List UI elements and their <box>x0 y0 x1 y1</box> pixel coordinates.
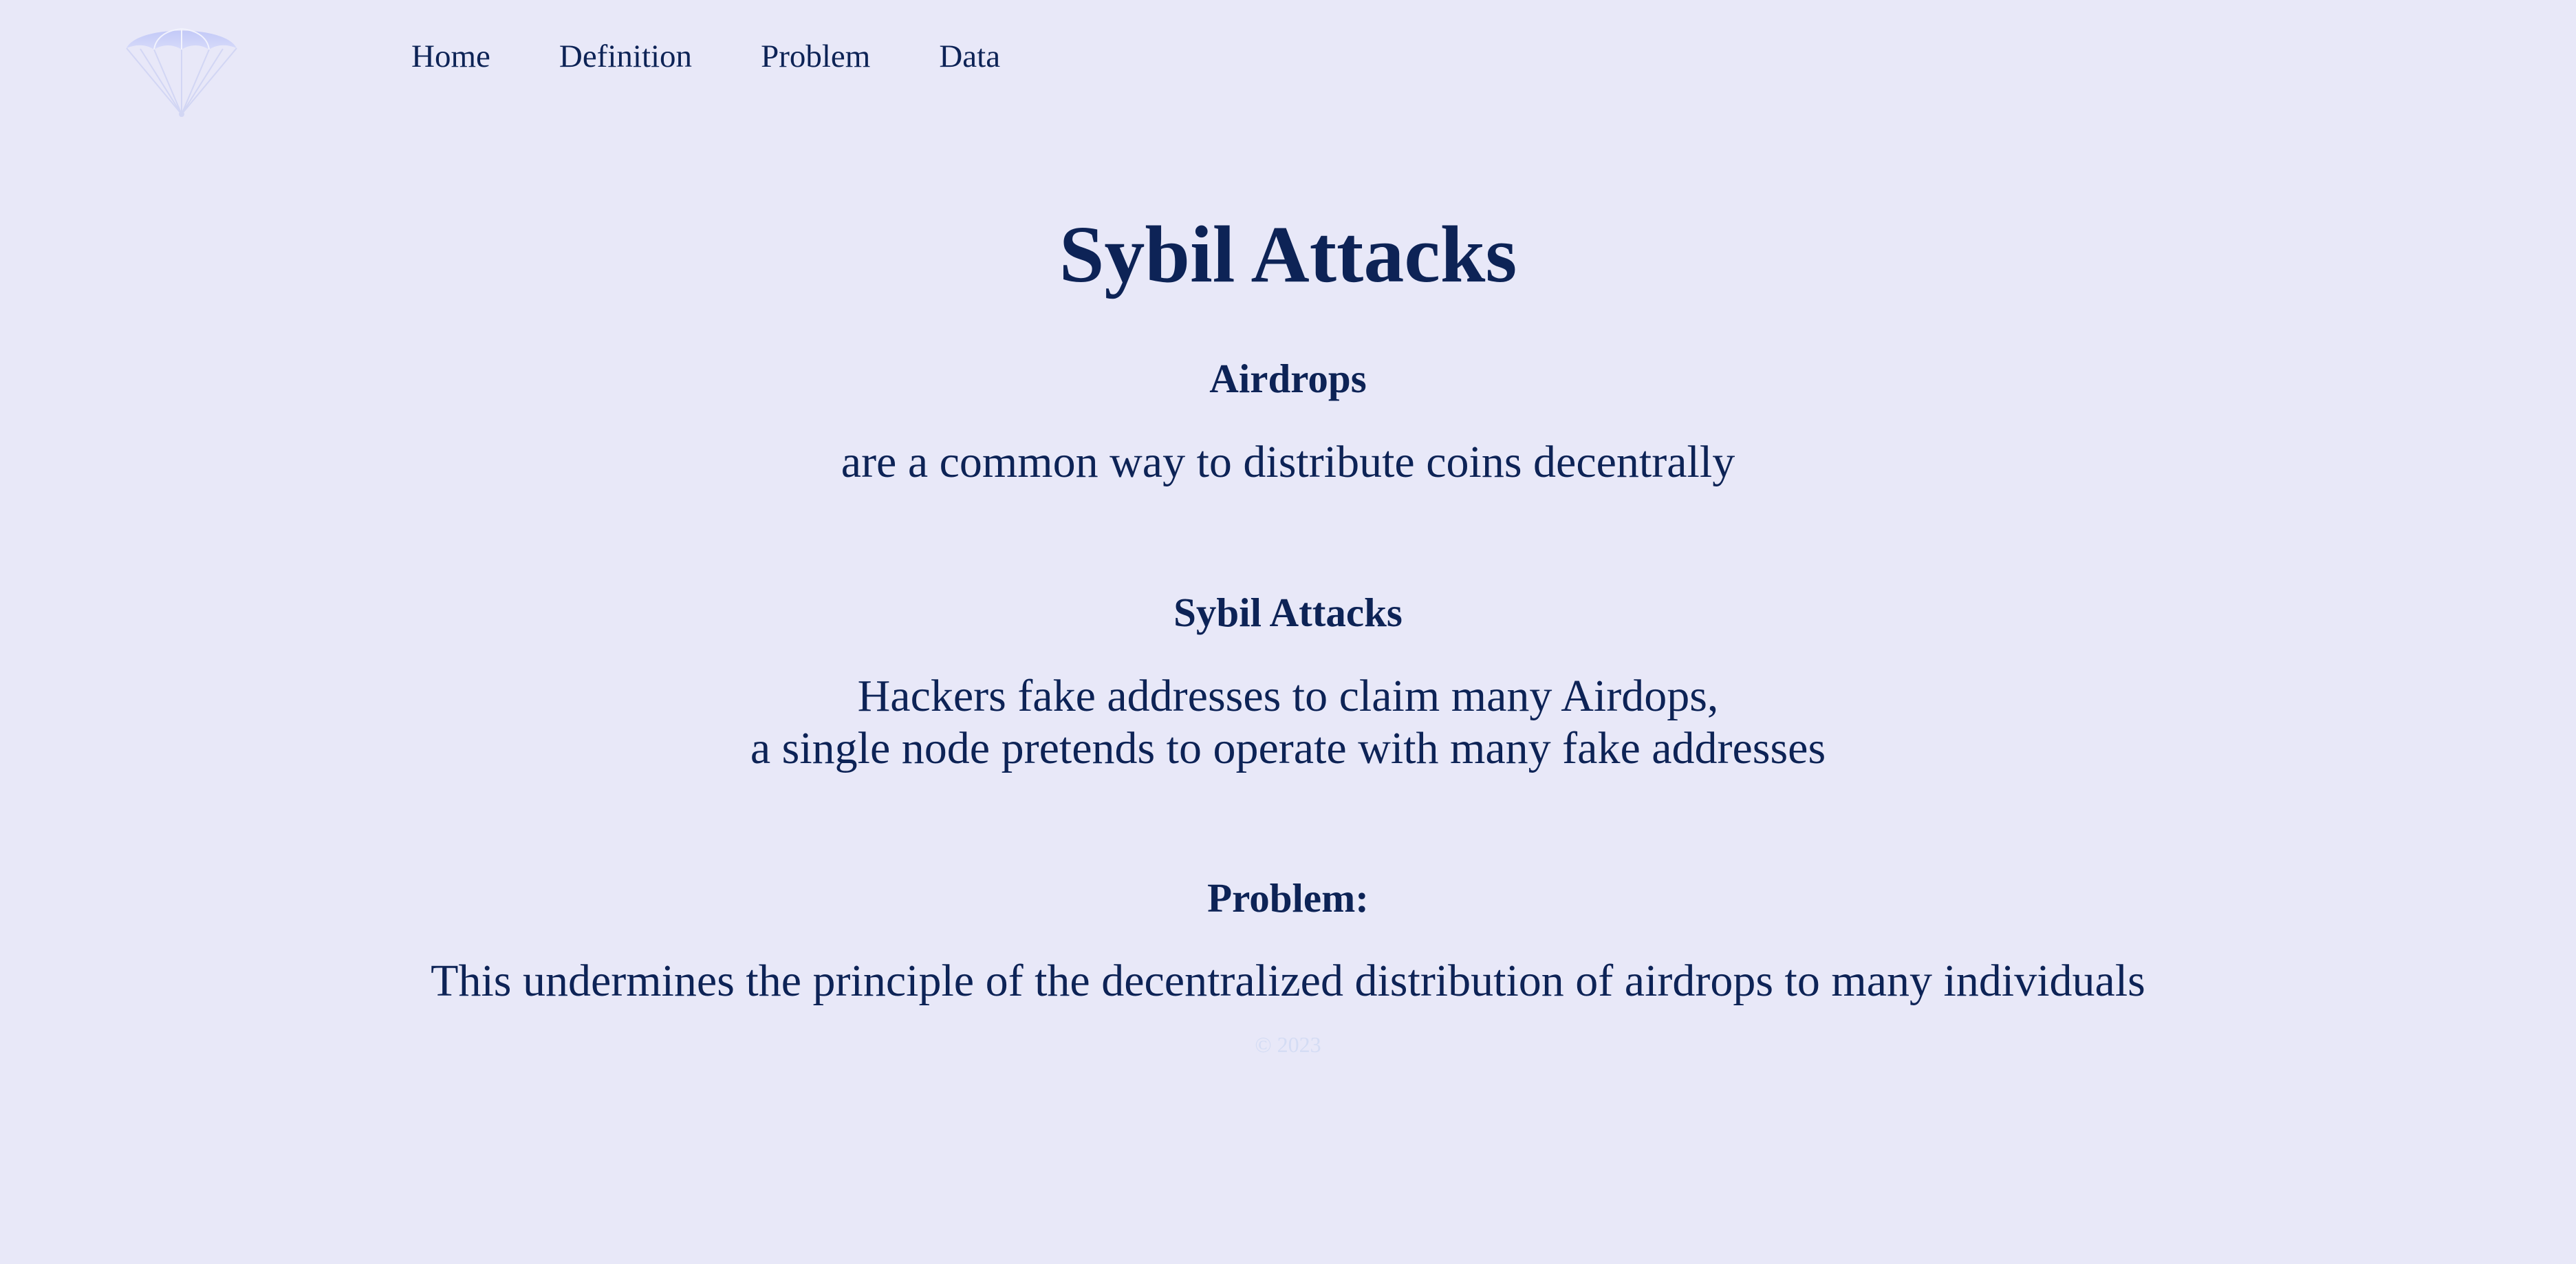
section-heading-problem: Problem: <box>1207 875 1369 921</box>
nav-item-data[interactable]: Data <box>939 33 1000 80</box>
section-text-sybil-line-2: a single node pretends to operate with m… <box>750 723 1826 773</box>
section-text-airdrops: are a common way to distribute coins dec… <box>841 437 1735 487</box>
nav-item-home[interactable]: Home <box>411 33 490 80</box>
section-heading-airdrops: Airdrops <box>1209 356 1367 401</box>
nav-item-definition[interactable]: Definition <box>559 33 692 80</box>
section-heading-sybil: Sybil Attacks <box>1173 590 1403 635</box>
nav-item-problem[interactable]: Problem <box>761 33 870 80</box>
parachute-icon <box>126 28 237 117</box>
top-navigation: Home Definition Problem Data <box>411 33 1069 80</box>
page-title: Sybil Attacks <box>1059 209 1517 299</box>
parachute-logo[interactable] <box>124 18 239 121</box>
footer-note: © 2023 <box>1255 1032 1321 1057</box>
section-text-problem: This undermines the principle of the dec… <box>431 956 2145 1006</box>
section-text-sybil-line-1: Hackers fake addresses to claim many Air… <box>857 671 1719 721</box>
